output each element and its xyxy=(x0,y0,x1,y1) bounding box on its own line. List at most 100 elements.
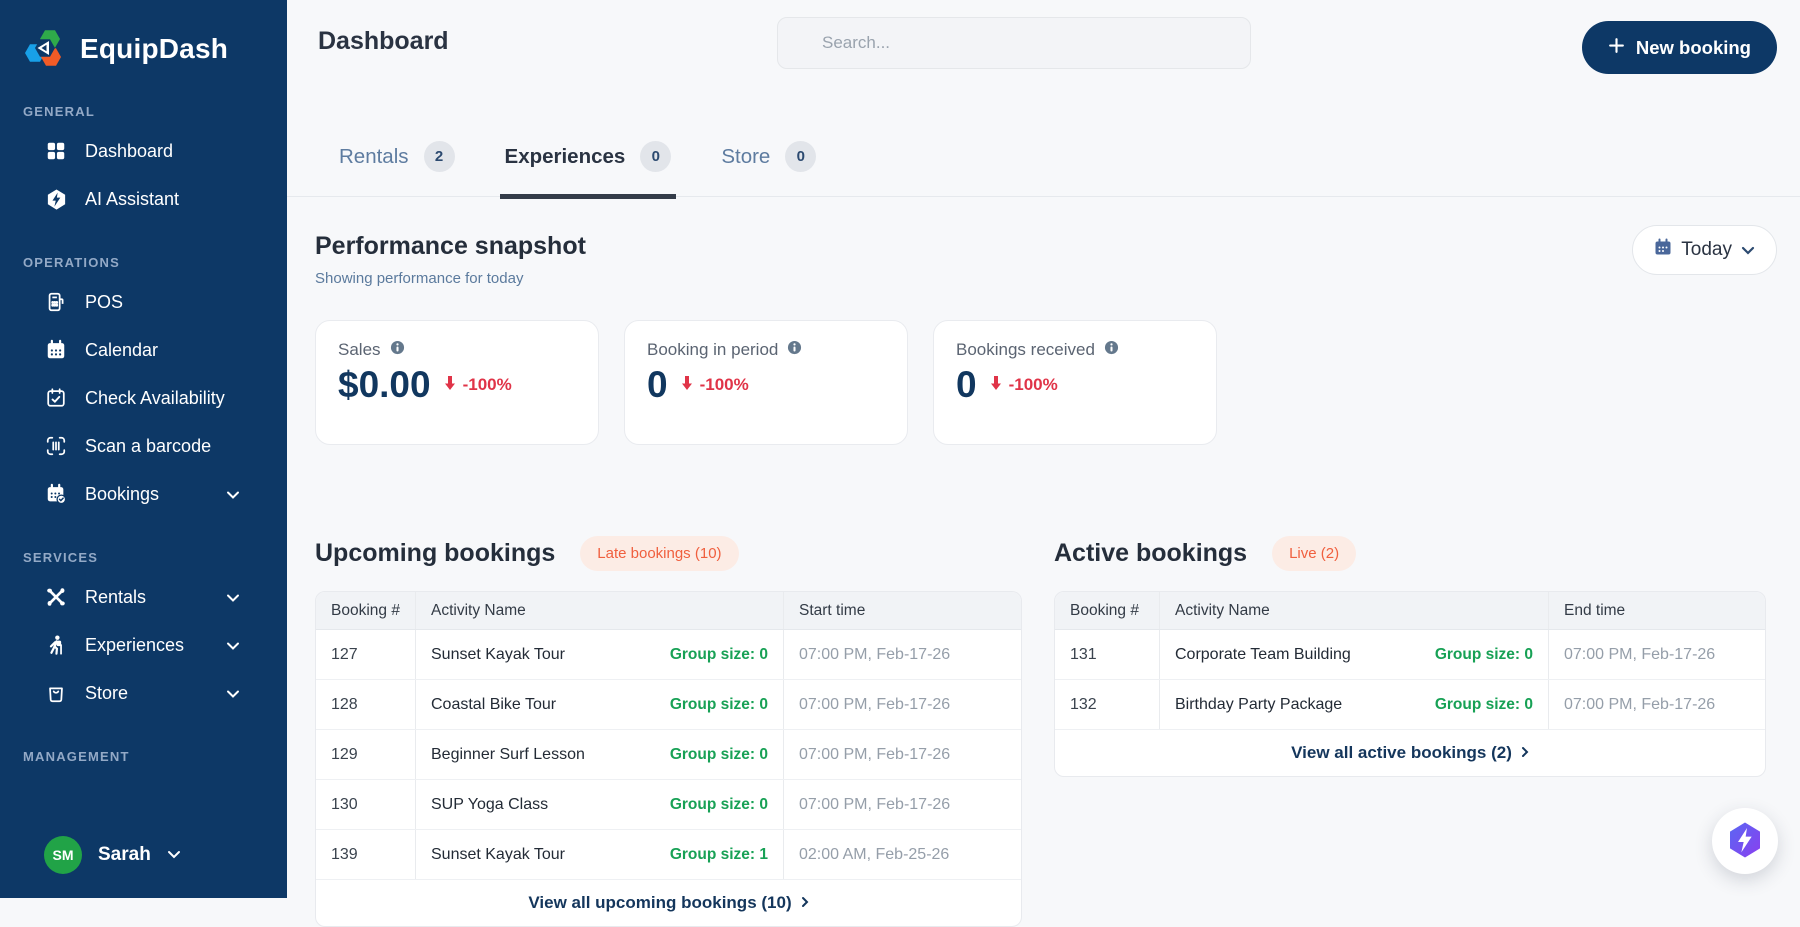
ai-assistant-fab[interactable] xyxy=(1712,808,1778,874)
group-size: Group size: 0 xyxy=(670,746,768,764)
sidebar-item-ai-assistant[interactable]: AI Assistant xyxy=(0,175,287,223)
column-header: Activity Name xyxy=(1160,592,1549,629)
section-label-operations: OPERATIONS xyxy=(23,255,287,270)
content: Performance snapshot Showing performance… xyxy=(287,232,1800,927)
tab-label: Experiences xyxy=(505,145,626,169)
sidebar-item-store[interactable]: Store xyxy=(0,669,287,717)
search-input[interactable] xyxy=(777,17,1251,69)
tab-store[interactable]: Store 0 xyxy=(716,141,821,199)
dashboard-grid-icon xyxy=(44,139,68,163)
chevron-down-icon xyxy=(167,846,181,864)
active-bookings-title: Active bookings xyxy=(1054,539,1247,568)
sidebar-item-check-availability[interactable]: Check Availability xyxy=(0,374,287,422)
sidebar: EquipDash GENERAL Dashboard AI Assistant… xyxy=(0,0,287,898)
new-booking-label: New booking xyxy=(1636,37,1751,59)
view-all-upcoming-link[interactable]: View all upcoming bookings (10) xyxy=(316,880,1021,926)
activity-name: Corporate Team Building xyxy=(1175,646,1351,664)
hiker-icon xyxy=(44,633,68,657)
tab-label: Store xyxy=(721,145,770,169)
brand-logo: EquipDash xyxy=(0,0,287,72)
group-size: Group size: 1 xyxy=(670,846,768,864)
sidebar-item-experiences[interactable]: Experiences xyxy=(0,621,287,669)
calendar-icon xyxy=(44,338,68,362)
table-row[interactable]: 130 SUP Yoga ClassGroup size: 0 07:00 PM… xyxy=(316,780,1022,830)
activity-name: SUP Yoga Class xyxy=(431,796,548,814)
stat-value: $0.00 xyxy=(338,364,431,406)
sidebar-item-label: Scan a barcode xyxy=(85,436,211,457)
calendar-check-icon xyxy=(44,386,68,410)
group-size: Group size: 0 xyxy=(1435,696,1533,714)
stat-delta: -100% xyxy=(681,375,749,395)
late-bookings-badge[interactable]: Late bookings (10) xyxy=(580,536,738,571)
page-title: Dashboard xyxy=(318,27,449,56)
bookings-sections: Upcoming bookings Late bookings (10) Boo… xyxy=(315,537,1777,927)
table-row[interactable]: 127 Sunset Kayak TourGroup size: 0 07:00… xyxy=(316,630,1022,680)
stat-card-bookings-received: Bookings received 0 -100% xyxy=(933,320,1217,445)
sidebar-item-calendar[interactable]: Calendar xyxy=(0,326,287,374)
calendar-icon xyxy=(1654,238,1672,262)
live-badge[interactable]: Live (2) xyxy=(1272,536,1356,571)
stat-label: Bookings received xyxy=(956,340,1095,360)
plus-icon xyxy=(1608,37,1625,59)
top-header: Dashboard New booking xyxy=(287,0,1800,91)
group-size: Group size: 0 xyxy=(670,796,768,814)
shopping-bag-icon xyxy=(44,681,68,705)
chevron-right-icon xyxy=(801,893,809,913)
new-booking-button[interactable]: New booking xyxy=(1582,21,1777,74)
group-size: Group size: 0 xyxy=(1435,646,1533,664)
user-name: Sarah xyxy=(98,844,151,866)
stat-card-sales: Sales $0.00 -100% xyxy=(315,320,599,445)
activity-name: Sunset Kayak Tour xyxy=(431,646,565,664)
stat-value: 0 xyxy=(647,364,668,406)
arrow-down-icon xyxy=(444,375,456,395)
stat-card-booking-in-period: Booking in period 0 -100% xyxy=(624,320,908,445)
main-area: Dashboard New booking Rentals 2 Experien… xyxy=(287,0,1800,898)
tab-count-badge: 0 xyxy=(640,141,671,172)
user-menu[interactable]: SM Sarah xyxy=(44,836,181,874)
activity-name: Coastal Bike Tour xyxy=(431,696,556,714)
tab-count-badge: 0 xyxy=(785,141,816,172)
table-row[interactable]: 139 Sunset Kayak TourGroup size: 1 02:00… xyxy=(316,830,1022,880)
sidebar-item-label: Calendar xyxy=(85,340,158,361)
brand-name: EquipDash xyxy=(80,33,228,65)
sidebar-item-dashboard[interactable]: Dashboard xyxy=(0,127,287,175)
sidebar-item-pos[interactable]: POS xyxy=(0,278,287,326)
sidebar-item-label: AI Assistant xyxy=(85,189,179,210)
view-all-active-link[interactable]: View all active bookings (2) xyxy=(1055,730,1765,776)
table-row[interactable]: 131 Corporate Team BuildingGroup size: 0… xyxy=(1055,630,1766,680)
performance-title: Performance snapshot xyxy=(315,232,586,261)
table-row[interactable]: 129 Beginner Surf LessonGroup size: 0 07… xyxy=(316,730,1022,780)
arrow-down-icon xyxy=(681,375,693,395)
ai-hexagon-bolt-icon xyxy=(1725,820,1765,863)
sidebar-item-label: Check Availability xyxy=(85,388,225,409)
sidebar-item-bookings[interactable]: Bookings xyxy=(0,470,287,518)
period-dropdown-button[interactable]: Today xyxy=(1632,225,1777,275)
activity-name: Beginner Surf Lesson xyxy=(431,746,585,764)
stat-delta: -100% xyxy=(990,375,1058,395)
info-icon[interactable] xyxy=(787,340,802,360)
sidebar-item-label: Dashboard xyxy=(85,141,173,162)
tab-bar: Rentals 2 Experiences 0 Store 0 xyxy=(287,91,1800,197)
info-icon[interactable] xyxy=(390,340,405,360)
stat-label: Booking in period xyxy=(647,340,778,360)
table-header: Booking # Activity Name Start time xyxy=(316,592,1022,630)
chevron-down-icon xyxy=(226,683,240,704)
sidebar-item-scan-barcode[interactable]: Scan a barcode xyxy=(0,422,287,470)
tab-rentals[interactable]: Rentals 2 xyxy=(334,141,460,199)
tab-experiences[interactable]: Experiences 0 xyxy=(500,141,677,199)
active-bookings-section: Active bookings Live (2) Booking # Activ… xyxy=(1054,537,1766,927)
sidebar-item-label: Store xyxy=(85,683,128,704)
info-icon[interactable] xyxy=(1104,340,1119,360)
sidebar-item-rentals[interactable]: Rentals xyxy=(0,573,287,621)
sidebar-item-label: POS xyxy=(85,292,123,313)
table-row[interactable]: 132 Birthday Party PackageGroup size: 0 … xyxy=(1055,680,1766,730)
section-label-services: SERVICES xyxy=(23,550,287,565)
chevron-down-icon xyxy=(226,587,240,608)
sidebar-item-label: Bookings xyxy=(85,484,159,505)
column-header: Booking # xyxy=(1055,592,1160,629)
table-row[interactable]: 128 Coastal Bike TourGroup size: 0 07:00… xyxy=(316,680,1022,730)
chevron-down-icon xyxy=(1741,239,1755,261)
group-size: Group size: 0 xyxy=(670,696,768,714)
column-header: Activity Name xyxy=(416,592,784,629)
section-label-general: GENERAL xyxy=(23,104,287,119)
